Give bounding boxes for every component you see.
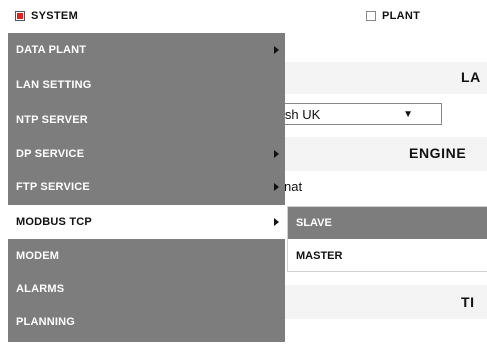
submenu-arrow-icon	[274, 218, 279, 226]
submenu-item-label: SLAVE	[296, 217, 332, 229]
engine-section-title: ENGINE	[409, 145, 467, 161]
submenu-arrow-icon	[274, 46, 279, 54]
menu-item-label: FTP SERVICE	[16, 181, 90, 193]
tab-plant-label: PLANT	[382, 10, 421, 22]
menu-item-label: MODBUS TCP	[16, 216, 92, 228]
system-checkbox[interactable]	[15, 11, 25, 21]
menu-item-ntp-server[interactable]: NTP SERVER	[8, 103, 285, 137]
lan-section-band	[285, 62, 487, 94]
plant-checkbox[interactable]	[366, 11, 376, 21]
time-section-band	[285, 285, 487, 319]
menu-item-modbus-tcp[interactable]: MODBUS TCP	[8, 205, 285, 239]
menu-item-label: DATA PLANT	[16, 44, 87, 56]
date-format-label: nat	[284, 179, 303, 194]
menu-item-alarms[interactable]: ALARMS	[8, 272, 285, 306]
menu-item-label: MODEM	[16, 250, 60, 262]
menu-item-ftp-service[interactable]: FTP SERVICE	[8, 170, 285, 204]
language-select-value: ish UK	[282, 106, 321, 122]
modbus-tcp-submenu: SLAVE MASTER	[287, 206, 487, 272]
menu-item-label: LAN SETTING	[16, 79, 92, 91]
top-tab-bar: SYSTEM PLANT	[0, 0, 487, 32]
menu-item-lan-setting[interactable]: LAN SETTING	[8, 68, 285, 102]
submenu-item-slave[interactable]: SLAVE	[288, 207, 487, 239]
tab-system[interactable]: SYSTEM	[15, 0, 78, 32]
system-dropdown-menu: DATA PLANT LAN SETTING NTP SERVER DP SER…	[8, 33, 285, 342]
menu-item-data-plant[interactable]: DATA PLANT	[8, 33, 285, 67]
time-section-title: TI	[461, 294, 475, 310]
submenu-item-label: MASTER	[296, 250, 343, 262]
language-select[interactable]: ish UK ▼	[282, 103, 442, 125]
menu-item-dp-service[interactable]: DP SERVICE	[8, 137, 285, 171]
chevron-down-icon: ▼	[403, 108, 413, 120]
submenu-arrow-icon	[274, 150, 279, 158]
tab-system-label: SYSTEM	[31, 10, 79, 22]
submenu-arrow-icon	[274, 183, 279, 191]
submenu-item-master[interactable]: MASTER	[288, 240, 487, 272]
menu-item-label: NTP SERVER	[16, 114, 88, 126]
lan-section-title: LA	[461, 69, 481, 85]
tab-plant[interactable]: PLANT	[366, 0, 420, 32]
menu-item-label: ALARMS	[16, 283, 65, 295]
menu-item-planning[interactable]: PLANNING	[8, 305, 285, 339]
menu-item-label: DP SERVICE	[16, 148, 85, 160]
menu-item-label: PLANNING	[16, 316, 76, 328]
menu-item-modem[interactable]: MODEM	[8, 239, 285, 273]
